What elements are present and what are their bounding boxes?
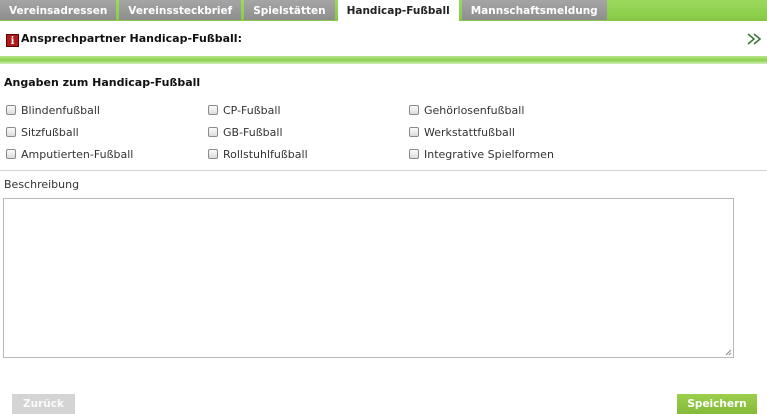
save-button[interactable]: Speichern <box>677 394 757 414</box>
checkbox-box[interactable] <box>6 105 16 115</box>
checkbox-box[interactable] <box>208 105 218 115</box>
checkbox-box[interactable] <box>409 149 419 159</box>
tab-spielstaetten[interactable]: Spielstätten <box>244 0 335 20</box>
collapse-toggle-icon[interactable] <box>745 30 763 48</box>
checkbox-label: Amputierten-Fußball <box>21 147 134 161</box>
checkbox-blindenfussball[interactable]: Blindenfußball <box>6 103 100 117</box>
description-textarea[interactable] <box>3 198 734 358</box>
tab-vereinsadressen[interactable]: Vereinsadressen <box>0 0 117 20</box>
back-button[interactable]: Zurück <box>12 394 75 414</box>
tab-bar: Vereinsadressen Vereinssteckbrief Spiels… <box>0 0 767 21</box>
section-title: Angaben zum Handicap-Fußball <box>4 76 201 89</box>
checkbox-box[interactable] <box>208 127 218 137</box>
contact-header: i Ansprechpartner Handicap-Fußball: <box>0 21 767 57</box>
checkbox-label: Sitzfußball <box>21 125 79 139</box>
checkbox-werkstattfussball[interactable]: Werkstattfußball <box>409 125 515 139</box>
contact-title: Ansprechpartner Handicap-Fußball: <box>21 32 242 45</box>
checkbox-label: Gehörlosenfußball <box>424 103 525 117</box>
checkbox-label: Werkstattfußball <box>424 125 515 139</box>
checkbox-label: GB-Fußball <box>223 125 283 139</box>
checkbox-gehoerlosenfussball[interactable]: Gehörlosenfußball <box>409 103 524 117</box>
checkbox-gb-fussball[interactable]: GB-Fußball <box>208 125 283 139</box>
tab-handicap-fussball[interactable]: Handicap-Fußball <box>337 0 459 21</box>
header-divider-strip <box>0 56 767 64</box>
checkbox-box[interactable] <box>409 105 419 115</box>
checkbox-label: Blindenfußball <box>21 103 100 117</box>
tab-vereinssteckbrief[interactable]: Vereinssteckbrief <box>119 0 242 20</box>
checkbox-box[interactable] <box>6 127 16 137</box>
section-divider <box>0 170 767 171</box>
tab-mannschaftsmeldung[interactable]: Mannschaftsmeldung <box>461 0 607 20</box>
description-label: Beschreibung <box>4 178 80 191</box>
checkbox-box[interactable] <box>409 127 419 137</box>
checkbox-box[interactable] <box>208 149 218 159</box>
checkbox-label: Integrative Spielformen <box>424 147 554 161</box>
checkbox-amputierten-fussball[interactable]: Amputierten-Fußball <box>6 147 133 161</box>
checkbox-rollstuhlfussball[interactable]: Rollstuhlfußball <box>208 147 308 161</box>
checkbox-sitzfussball[interactable]: Sitzfußball <box>6 125 79 139</box>
checkbox-box[interactable] <box>6 149 16 159</box>
resize-grip-icon[interactable] <box>725 349 732 356</box>
checkbox-integrative-spielformen[interactable]: Integrative Spielformen <box>409 147 554 161</box>
checkbox-label: Rollstuhlfußball <box>223 147 308 161</box>
info-icon: i <box>6 34 19 47</box>
checkbox-cp-fussball[interactable]: CP-Fußball <box>208 103 281 117</box>
checkbox-label: CP-Fußball <box>223 103 281 117</box>
